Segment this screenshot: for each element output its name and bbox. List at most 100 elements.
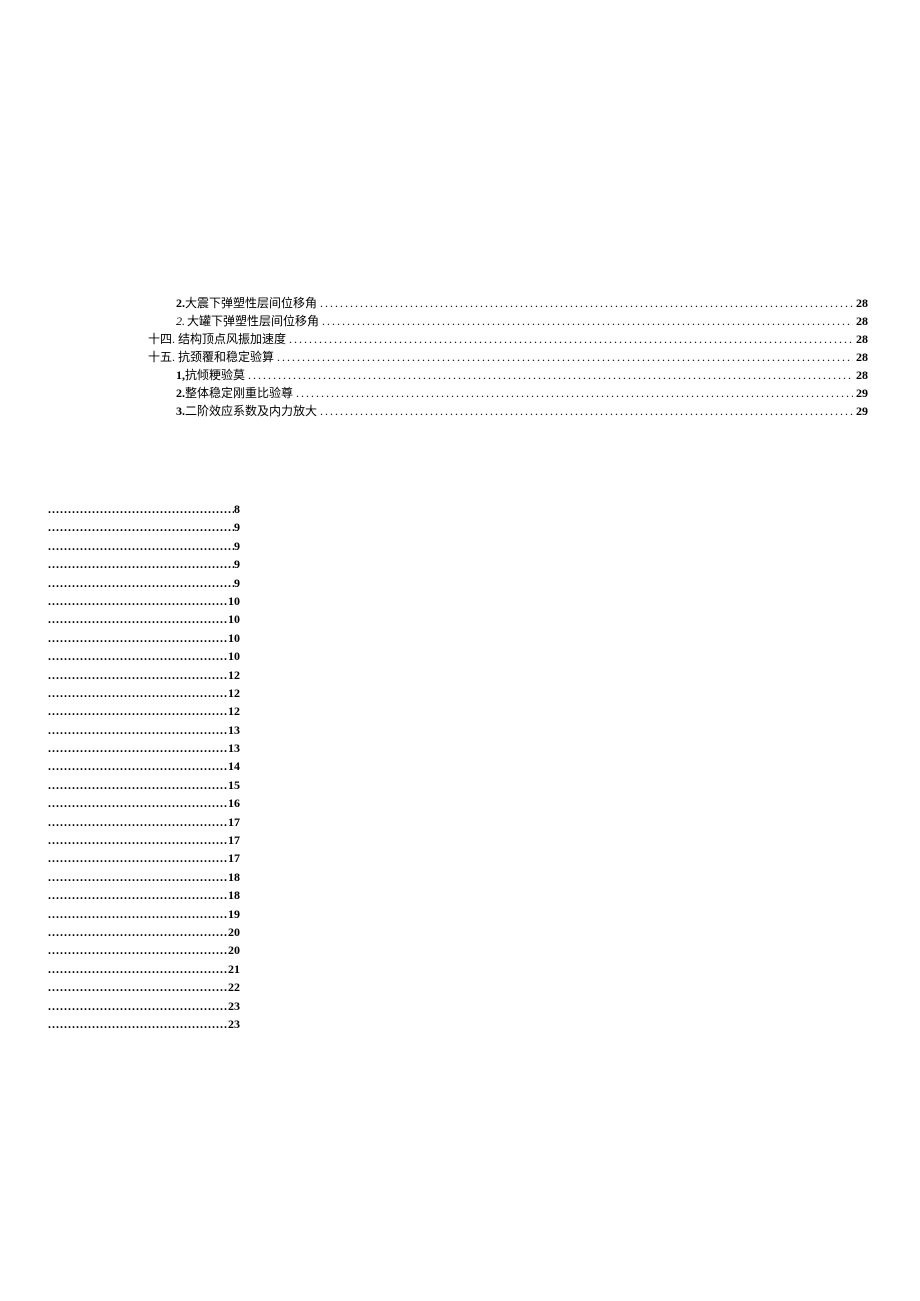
toc-page-number: 17 — [228, 833, 240, 848]
toc-page-number: 18 — [228, 870, 240, 885]
leader-dots — [48, 943, 228, 958]
toc-entry-text: 2.大罐下弹塑性层间位移角 — [176, 312, 319, 330]
toc-stub-row: 16 — [48, 796, 240, 814]
toc-page-number: 29 — [856, 402, 868, 420]
toc-stub-row: 21 — [48, 962, 240, 980]
toc-page-number: 23 — [228, 999, 240, 1014]
toc-page-number: 29 — [856, 384, 868, 402]
toc-stub-row: 12 — [48, 704, 240, 722]
toc-lower-block: 8999910101010121212131314151617171718181… — [48, 502, 240, 1035]
leader-dots — [48, 557, 234, 572]
toc-page-number: 17 — [228, 815, 240, 830]
toc-page-number: 9 — [234, 520, 240, 535]
toc-page-number: 10 — [228, 612, 240, 627]
toc-entry-text: 十五. 抗颈覆和稳定验算 — [148, 348, 274, 366]
document-page: 2.大震下弹塑性层间位移角282.大罐下弹塑性层间位移角28十四. 结构顶点风振… — [0, 0, 920, 1301]
leader-dots — [48, 723, 228, 738]
leader-dots — [48, 686, 228, 701]
toc-entry-text: 2.整体稳定刚重比验尊 — [176, 384, 293, 402]
toc-page-number: 19 — [228, 907, 240, 922]
toc-page-number: 28 — [856, 366, 868, 384]
toc-stub-row: 10 — [48, 631, 240, 649]
leader-dots — [289, 330, 853, 348]
toc-stub-row: 20 — [48, 943, 240, 961]
toc-page-number: 20 — [228, 943, 240, 958]
toc-page-number: 28 — [856, 348, 868, 366]
toc-stub-row: 15 — [48, 778, 240, 796]
toc-stub-row: 17 — [48, 815, 240, 833]
leader-dots — [296, 384, 853, 402]
toc-stub-row: 12 — [48, 668, 240, 686]
leader-dots — [48, 796, 228, 811]
leader-dots — [277, 348, 853, 366]
toc-stub-row: 10 — [48, 612, 240, 630]
toc-stub-row: 13 — [48, 741, 240, 759]
toc-page-number: 28 — [856, 330, 868, 348]
toc-page-number: 9 — [234, 576, 240, 591]
leader-dots — [322, 312, 853, 330]
toc-page-number: 18 — [228, 888, 240, 903]
toc-entry: 3.二阶效应系数及内力放大 29 — [176, 402, 868, 420]
leader-dots — [320, 294, 853, 312]
toc-entry: 2.大罐下弹塑性层间位移角 28 — [176, 312, 868, 330]
toc-entry: 十四. 结构顶点风振加速度 28 — [148, 330, 868, 348]
leader-dots — [320, 402, 853, 420]
toc-page-number: 16 — [228, 796, 240, 811]
toc-stub-row: 9 — [48, 557, 240, 575]
toc-stub-row: 17 — [48, 833, 240, 851]
leader-dots — [48, 576, 234, 591]
toc-page-number: 22 — [228, 980, 240, 995]
toc-page-number: 28 — [856, 294, 868, 312]
toc-stub-row: 23 — [48, 999, 240, 1017]
toc-stub-row: 9 — [48, 520, 240, 538]
leader-dots — [48, 594, 228, 609]
toc-page-number: 23 — [228, 1017, 240, 1032]
toc-entry-text: 1,抗倾粳验莫 — [176, 366, 245, 384]
toc-stub-row: 20 — [48, 925, 240, 943]
toc-page-number: 10 — [228, 649, 240, 664]
toc-page-number: 28 — [856, 312, 868, 330]
toc-entry: 2.大震下弹塑性层间位移角 28 — [176, 294, 868, 312]
toc-stub-row: 9 — [48, 539, 240, 557]
leader-dots — [48, 907, 228, 922]
toc-stub-row: 19 — [48, 907, 240, 925]
toc-page-number: 14 — [228, 759, 240, 774]
toc-stub-row: 18 — [48, 888, 240, 906]
leader-dots — [48, 815, 228, 830]
toc-page-number: 12 — [228, 704, 240, 719]
leader-dots — [48, 612, 228, 627]
toc-page-number: 10 — [228, 594, 240, 609]
toc-stub-row: 9 — [48, 576, 240, 594]
leader-dots — [48, 704, 228, 719]
toc-stub-row: 18 — [48, 870, 240, 888]
toc-entry-text: 十四. 结构顶点风振加速度 — [148, 330, 286, 348]
toc-page-number: 9 — [234, 557, 240, 572]
leader-dots — [48, 539, 234, 554]
toc-entry-text: 3.二阶效应系数及内力放大 — [176, 402, 317, 420]
leader-dots — [48, 502, 234, 517]
leader-dots — [48, 870, 228, 885]
toc-stub-row: 22 — [48, 980, 240, 998]
toc-page-number: 15 — [228, 778, 240, 793]
leader-dots — [48, 741, 228, 756]
toc-page-number: 13 — [228, 723, 240, 738]
toc-stub-row: 13 — [48, 723, 240, 741]
toc-stub-row: 14 — [48, 759, 240, 777]
leader-dots — [48, 980, 228, 995]
toc-stub-row: 10 — [48, 649, 240, 667]
toc-entry: 1,抗倾粳验莫 28 — [176, 366, 868, 384]
toc-page-number: 9 — [234, 539, 240, 554]
toc-stub-row: 8 — [48, 502, 240, 520]
leader-dots — [48, 999, 228, 1014]
toc-stub-row: 23 — [48, 1017, 240, 1035]
toc-stub-row: 12 — [48, 686, 240, 704]
toc-page-number: 21 — [228, 962, 240, 977]
toc-page-number: 12 — [228, 686, 240, 701]
leader-dots — [48, 668, 228, 683]
toc-entry-text: 2.大震下弹塑性层间位移角 — [176, 294, 317, 312]
toc-page-number: 13 — [228, 741, 240, 756]
toc-stub-row: 10 — [48, 594, 240, 612]
toc-stub-row: 17 — [48, 851, 240, 869]
toc-page-number: 8 — [234, 502, 240, 517]
toc-page-number: 10 — [228, 631, 240, 646]
